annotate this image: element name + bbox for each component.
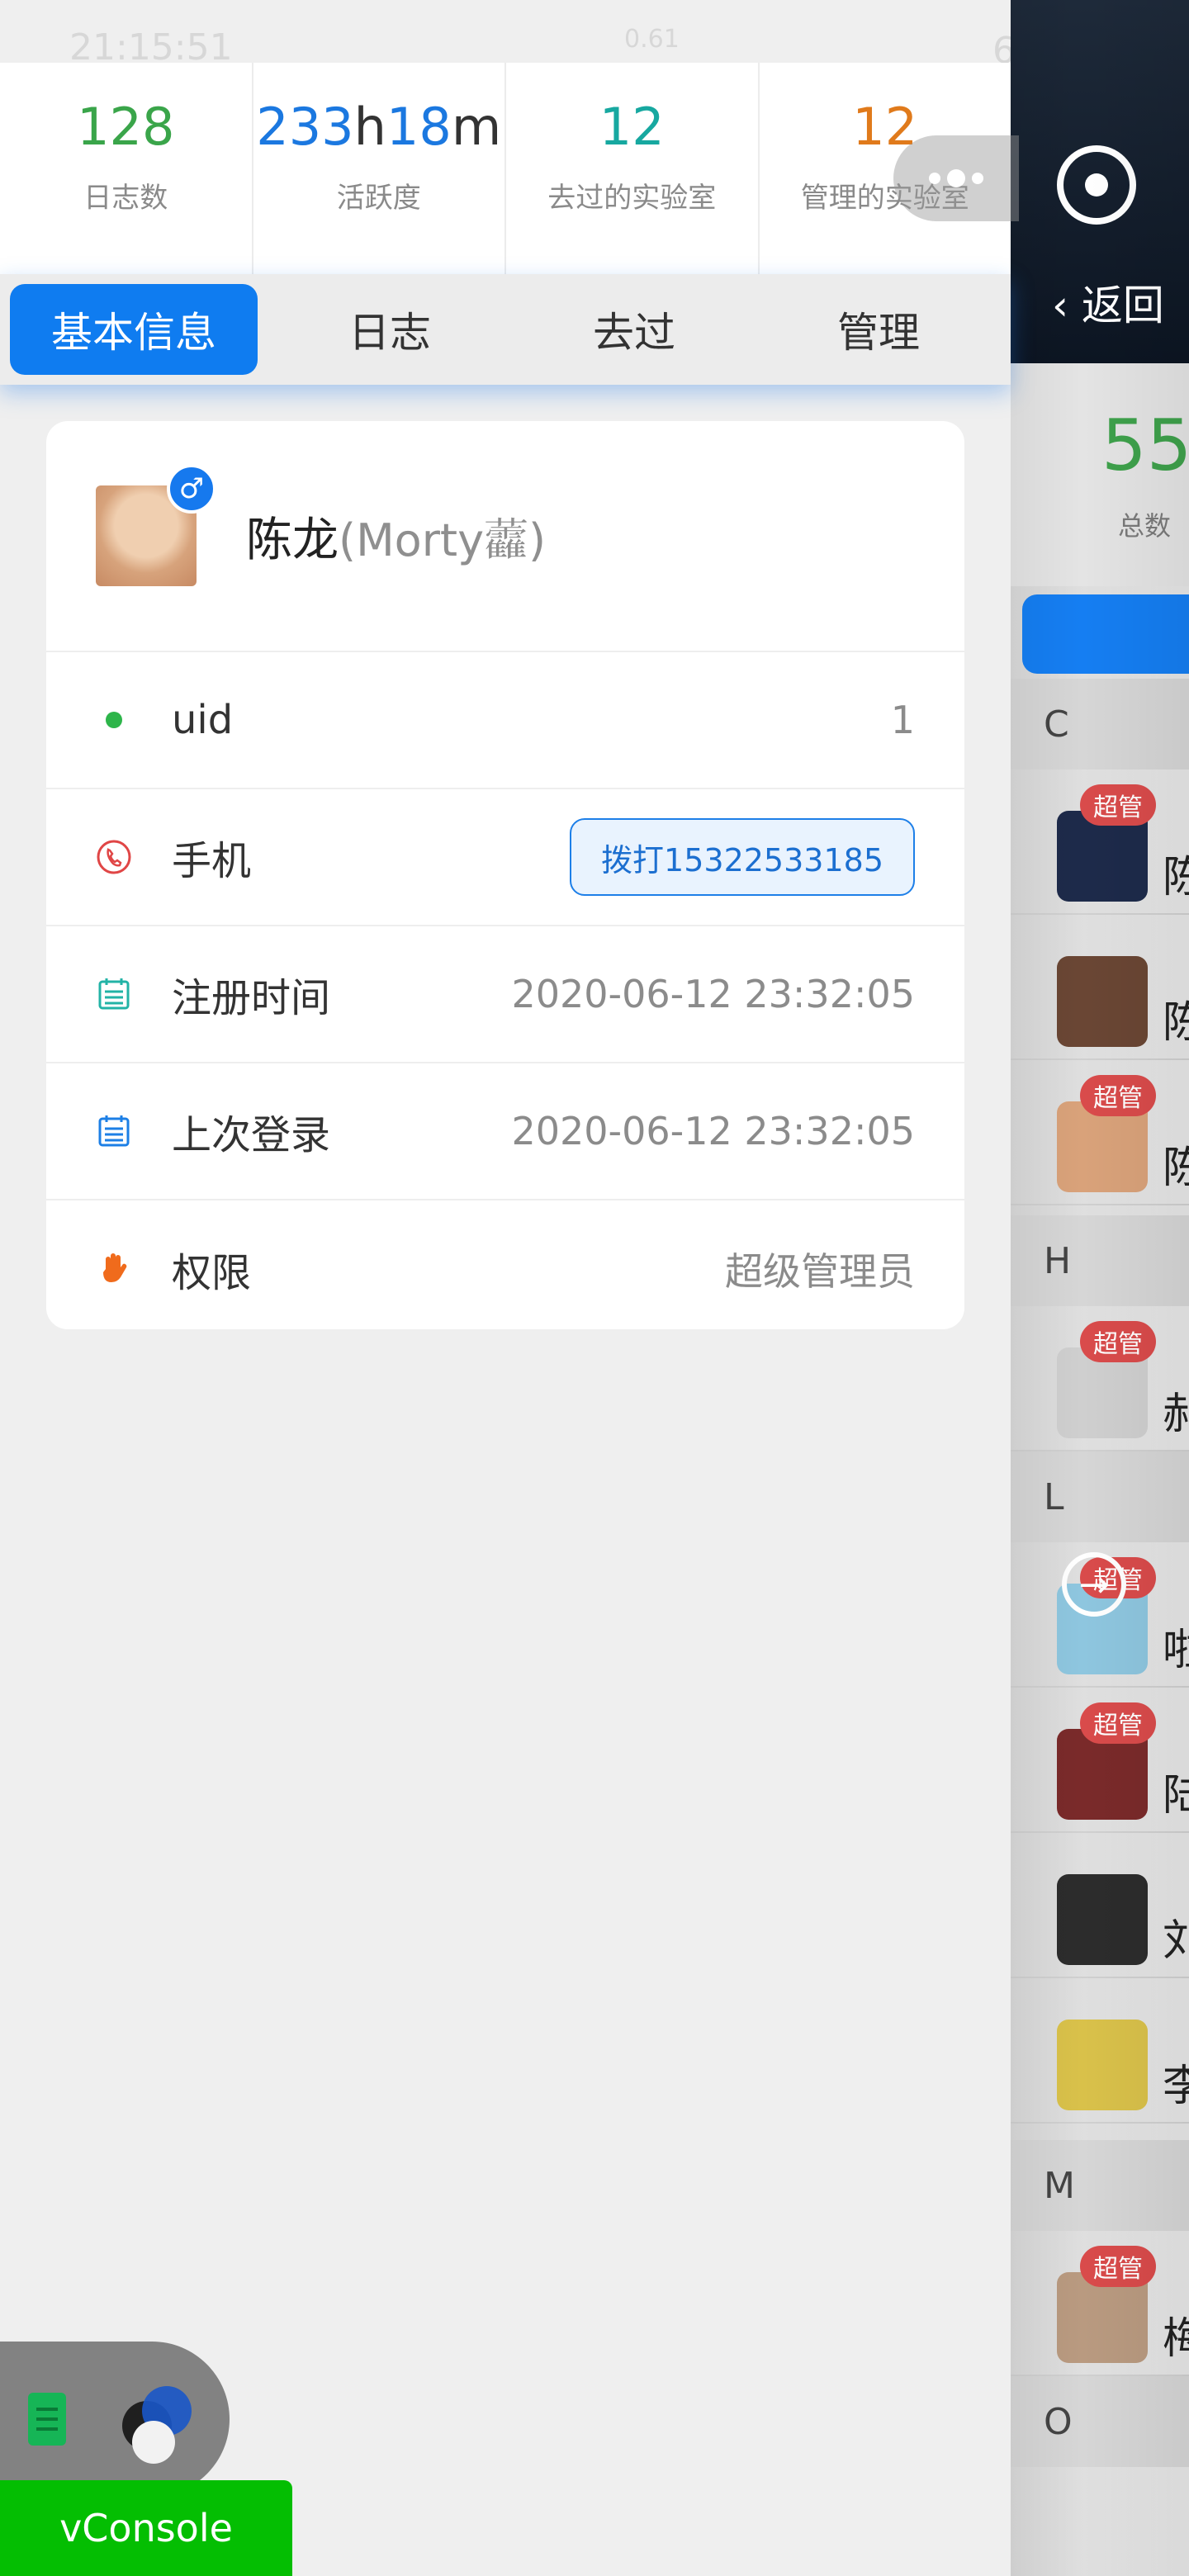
phone-icon	[96, 839, 132, 875]
activity-hours: 233	[256, 97, 354, 157]
unit-m: m	[451, 97, 502, 157]
vconsole-button[interactable]: vConsole	[0, 2480, 292, 2576]
permission-value: 超级管理员	[725, 1249, 915, 1294]
stat-label: 日志数	[83, 182, 168, 215]
avatar-container: ♂	[96, 464, 216, 586]
male-icon: ♂	[167, 464, 216, 514]
row-last-login: 上次登录 2020-06-12 23:32:05	[46, 1063, 964, 1200]
profile-card: ♂ 陈龙(Morty𧆑) uid 1 手机 拨打15322533185 注册时间…	[46, 421, 964, 1329]
calendar-icon	[96, 976, 132, 1012]
nickname: (Morty𧆑)	[339, 514, 547, 566]
hand-icon	[96, 1251, 132, 1287]
dot-icon	[96, 702, 132, 738]
profile-header: ♂ 陈龙(Morty𧆑)	[46, 421, 964, 652]
last-login-label: 上次登录	[172, 1112, 331, 1158]
stat-label: 去过的实验室	[547, 182, 717, 215]
stat-activity[interactable]: 233h18m 活跃度	[253, 63, 506, 274]
tab-bar: 基本信息 日志 去过 管理	[0, 274, 1011, 385]
more-menu-button[interactable]	[893, 135, 1019, 221]
stat-value: 128	[77, 97, 175, 157]
tab-basic-info[interactable]: 基本信息	[10, 284, 258, 375]
uid-value: 1	[890, 698, 915, 742]
stat-visited-labs[interactable]: 12 去过的实验室	[506, 63, 760, 274]
last-login-value: 2020-06-12 23:32:05	[511, 1109, 915, 1153]
stat-value: 12	[599, 97, 665, 157]
real-name: 陈龙	[246, 513, 339, 567]
row-register-time: 注册时间 2020-06-12 23:32:05	[46, 926, 964, 1063]
drawer-shadow	[1011, 0, 1189, 2576]
document-icon[interactable]	[28, 2393, 66, 2446]
phone-label: 手机	[172, 838, 252, 884]
stats-header: 128 日志数 233h18m 活跃度 12 去过的实验室 12 管理的实验室	[0, 63, 1011, 274]
row-phone: 手机 拨打15322533185	[46, 789, 964, 926]
register-time-value: 2020-06-12 23:32:05	[511, 972, 915, 1016]
activity-minutes: 18	[386, 97, 452, 157]
app-logo-icon[interactable]	[99, 2366, 205, 2472]
unit-h: h	[353, 97, 386, 157]
uid-label: uid	[172, 697, 234, 743]
tab-visited[interactable]: 去过	[512, 284, 756, 375]
tab-logs[interactable]: 日志	[268, 284, 512, 375]
stat-log-count[interactable]: 128 日志数	[0, 63, 253, 274]
permission-label: 权限	[172, 1250, 252, 1296]
tab-managed[interactable]: 管理	[756, 284, 1001, 375]
floating-toolbar[interactable]	[0, 2342, 230, 2497]
profile-name: 陈龙(Morty𧆑)	[246, 503, 546, 570]
more-dots-icon	[929, 169, 983, 187]
stat-value: 233h18m	[256, 97, 501, 157]
call-phone-button[interactable]: 拨打15322533185	[570, 818, 915, 896]
network-speed: 0.61	[624, 25, 680, 54]
stat-label: 活跃度	[336, 182, 421, 215]
row-permission: 权限 超级管理员	[46, 1200, 964, 1338]
row-uid: uid 1	[46, 652, 964, 789]
calendar-icon	[96, 1113, 132, 1149]
app-root: 21:15:51 0.61 67% 128 日志数 233h18m 活跃度 12…	[0, 0, 1189, 2576]
register-time-label: 注册时间	[172, 975, 331, 1021]
